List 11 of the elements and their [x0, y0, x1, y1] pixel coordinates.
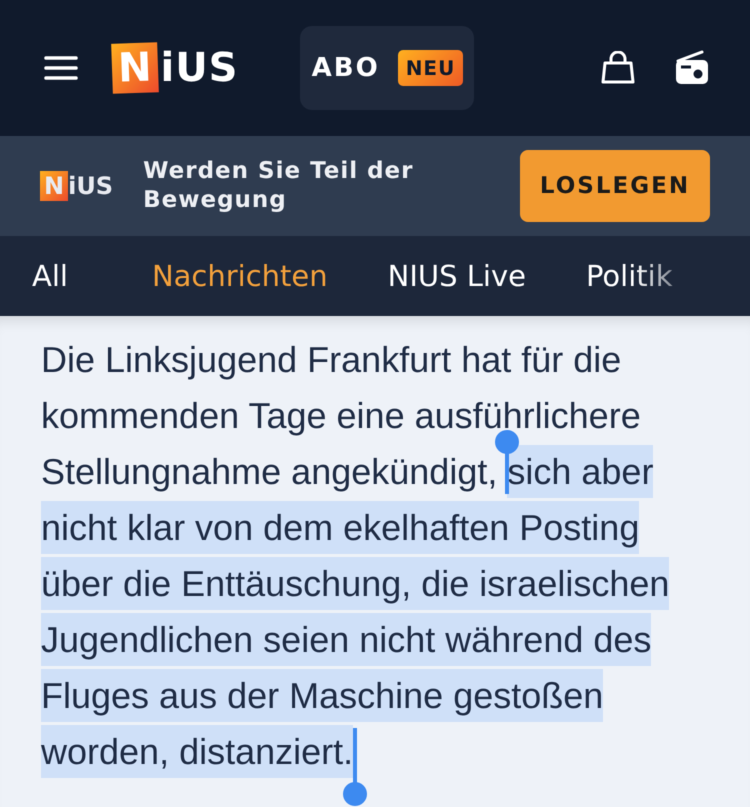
banner-text: Werden Sie Teil der Bewegung — [143, 157, 414, 215]
radio-icon[interactable] — [674, 50, 710, 86]
category-tab[interactable]: Nachrichten — [152, 259, 328, 293]
start-button[interactable]: LOSLEGEN — [520, 150, 710, 222]
category-tab[interactable]: Politik — [586, 259, 673, 293]
category-tab[interactable]: NIUS Live — [388, 259, 526, 293]
menu-icon[interactable] — [44, 55, 78, 81]
category-tab[interactable]: All — [32, 259, 68, 293]
subscription-button[interactable]: ABO NEU — [300, 26, 474, 110]
new-badge: NEU — [398, 50, 464, 86]
shopping-bag-icon[interactable] — [600, 51, 636, 85]
